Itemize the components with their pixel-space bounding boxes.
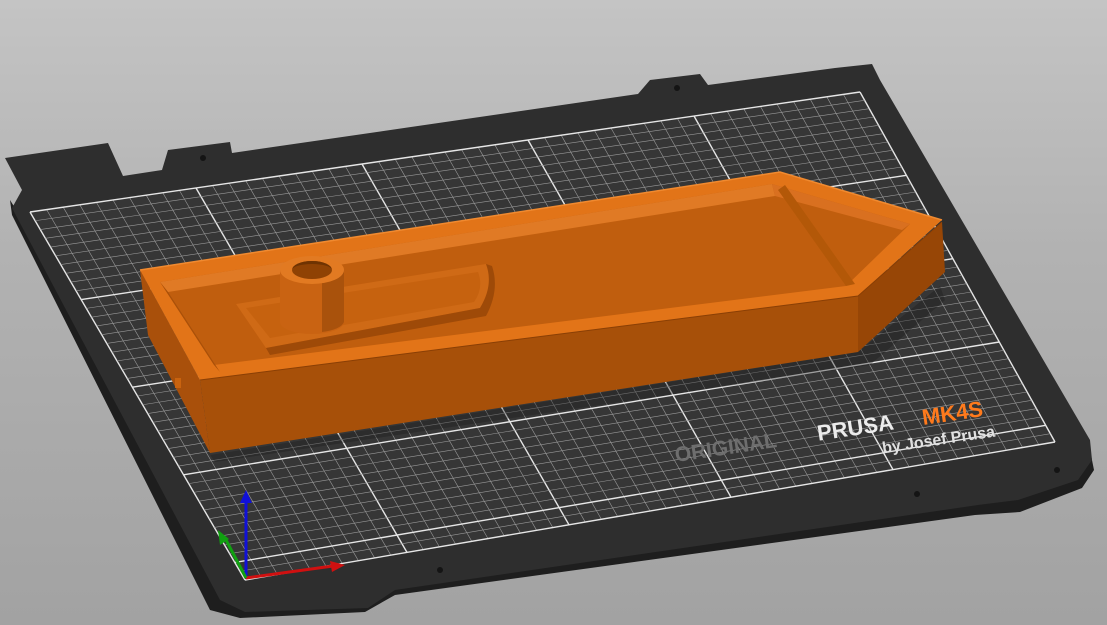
object-feature-notch xyxy=(175,378,181,388)
3d-scene[interactable]: ORIGINAL PRUSA MK4S by Josef Prusa xyxy=(0,0,1107,625)
bed-hole xyxy=(437,567,443,573)
bed-hole xyxy=(200,155,206,161)
bed-hole xyxy=(914,491,920,497)
bed-hole xyxy=(674,85,680,91)
bed-hole xyxy=(1054,467,1060,473)
3d-viewport[interactable]: ORIGINAL PRUSA MK4S by Josef Prusa xyxy=(0,0,1107,625)
